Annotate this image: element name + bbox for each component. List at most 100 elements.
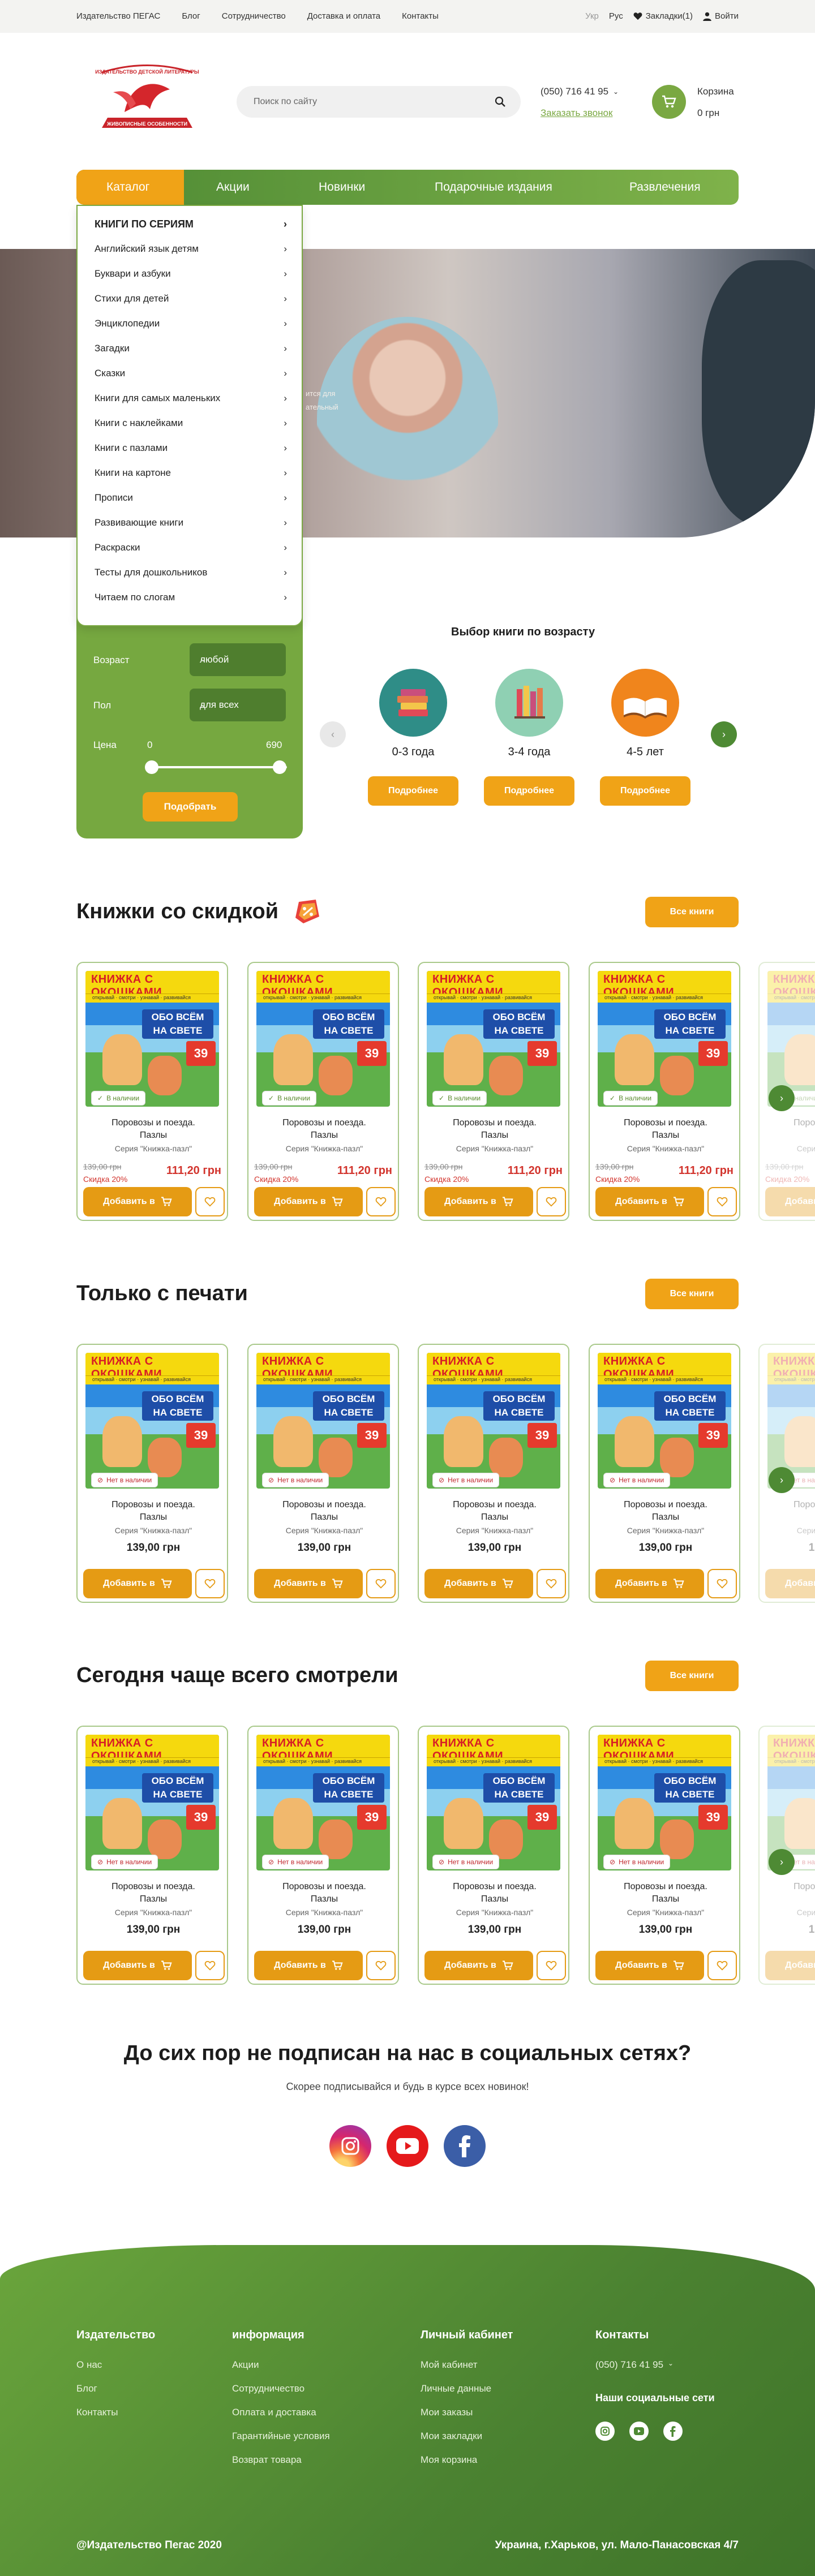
product-name[interactable]: Поровозы и поезда.Пазлы <box>424 1499 565 1524</box>
catalog-item[interactable]: Книги для самых маленьких › <box>95 393 287 404</box>
footer-link[interactable]: Оплата и доставка <box>232 2407 316 2418</box>
catalog-item[interactable]: Стихи для детей › <box>95 293 287 304</box>
product-card[interactable]: КНИЖКА С ОКОШКАМИоткрывай · смотри · узн… <box>76 962 228 1221</box>
book-cover-image[interactable]: КНИЖКА С ОКОШКАМИоткрывай · смотри · узн… <box>767 971 815 1107</box>
product-card[interactable]: КНИЖКА С ОКОШКАМИоткрывай · смотри · узн… <box>418 962 569 1221</box>
favorite-button[interactable] <box>195 1187 225 1216</box>
carousel-next-button[interactable]: › <box>769 1467 795 1493</box>
favorite-button[interactable] <box>707 1187 737 1216</box>
top-link-blog[interactable]: Блог <box>182 11 200 21</box>
filter-submit-button[interactable]: Подобрать <box>143 792 238 822</box>
all-books-button[interactable]: Все книги <box>645 1279 739 1309</box>
footer-link[interactable]: Мои заказы <box>421 2407 473 2418</box>
product-name[interactable]: Поровозы и поезда.Пазлы <box>424 1117 565 1142</box>
catalog-item[interactable]: Книги на картоне › <box>95 467 287 479</box>
book-cover-image[interactable]: КНИЖКА С ОКОШКАМИоткрывай · смотри · узн… <box>256 971 390 1107</box>
price-slider-track[interactable] <box>151 766 287 768</box>
add-to-cart-button[interactable]: Добавить в <box>83 1187 192 1216</box>
logo[interactable]: ИЗДАТЕЛЬСТВО ДЕТСКОЙ ЛИТЕРАТУРЫ ЖИВОПИСН… <box>91 61 204 140</box>
top-link-contacts[interactable]: Контакты <box>402 11 439 21</box>
book-cover-image[interactable]: КНИЖКА С ОКОШКАМИоткрывай · смотри · узн… <box>598 1353 731 1489</box>
catalog-item[interactable]: Буквари и азбуки › <box>95 268 287 279</box>
footer-link[interactable]: Моя корзина <box>421 2454 477 2466</box>
favorite-button[interactable] <box>537 1951 566 1980</box>
instagram-icon[interactable] <box>329 2125 371 2167</box>
nav-new[interactable]: Новинки <box>319 180 365 194</box>
add-to-cart-button[interactable]: Добавить в <box>424 1569 533 1598</box>
price-slider-max-handle[interactable] <box>273 760 286 774</box>
add-to-cart-button[interactable]: Добавить в <box>254 1569 363 1598</box>
youtube-icon[interactable] <box>387 2125 428 2167</box>
cart-button[interactable] <box>652 85 686 119</box>
bookmarks-link[interactable]: Закладки(1) <box>633 11 693 21</box>
catalog-item-series[interactable]: КНИГИ ПО СЕРИЯМ › <box>95 218 287 230</box>
footer-link[interactable]: Личные данные <box>421 2383 491 2394</box>
product-card[interactable]: КНИЖКА С ОКОШКАМИоткрывай · смотри · узн… <box>247 1726 399 1985</box>
header-phone[interactable]: (050) 716 41 95 ⌄ <box>541 86 619 97</box>
product-name[interactable]: Поровозы и поезда.Пазлы <box>83 1881 224 1906</box>
login-link[interactable]: Войти <box>703 11 739 21</box>
add-to-cart-button[interactable]: Добавить в <box>83 1569 192 1598</box>
catalog-item[interactable]: Книги с пазлами › <box>95 442 287 454</box>
product-card[interactable]: КНИЖКА С ОКОШКАМИоткрывай · смотри · узн… <box>247 962 399 1221</box>
favorite-button[interactable] <box>366 1569 396 1598</box>
filter-gender-select[interactable]: для всех ⌄ <box>190 689 286 721</box>
add-to-cart-button[interactable]: Добавить в <box>424 1951 533 1980</box>
top-link-publisher[interactable]: Издательство ПЕГАС <box>76 11 160 21</box>
nav-promotions[interactable]: Акции <box>216 180 250 194</box>
age-next-button[interactable]: › <box>711 721 737 747</box>
footer-link[interactable]: Мой кабинет <box>421 2359 478 2371</box>
facebook-icon[interactable] <box>663 2422 683 2441</box>
product-name[interactable]: Поровозы и поезда.Пазлы <box>765 1117 815 1142</box>
price-slider-min-handle[interactable] <box>145 760 158 774</box>
instagram-icon[interactable] <box>595 2422 615 2441</box>
book-cover-image[interactable]: КНИЖКА С ОКОШКАМИоткрывай · смотри · узн… <box>85 1735 219 1870</box>
add-to-cart-button[interactable]: Добавить в <box>595 1951 704 1980</box>
favorite-button[interactable] <box>366 1187 396 1216</box>
add-to-cart-button[interactable]: Добавить в <box>765 1187 815 1216</box>
catalog-item[interactable]: Развивающие книги › <box>95 517 287 528</box>
book-cover-image[interactable]: КНИЖКА С ОКОШКАМИоткрывай · смотри · узн… <box>85 1353 219 1489</box>
favorite-button[interactable] <box>195 1951 225 1980</box>
footer-link[interactable]: Блог <box>76 2383 97 2394</box>
add-to-cart-button[interactable]: Добавить в <box>595 1569 704 1598</box>
product-card[interactable]: КНИЖКА С ОКОШКАМИоткрывай · смотри · узн… <box>418 1344 569 1603</box>
footer-link[interactable]: Контакты <box>76 2407 118 2418</box>
nav-entertainment[interactable]: Развлечения <box>629 180 701 194</box>
product-card[interactable]: КНИЖКА С ОКОШКАМИоткрывай · смотри · узн… <box>247 1344 399 1603</box>
book-cover-image[interactable]: КНИЖКА С ОКОШКАМИоткрывай · смотри · узн… <box>427 1353 560 1489</box>
favorite-button[interactable] <box>707 1951 737 1980</box>
add-to-cart-button[interactable]: Добавить в <box>424 1187 533 1216</box>
top-link-cooperation[interactable]: Сотрудничество <box>222 11 286 21</box>
product-name[interactable]: Поровозы и поезда.Пазлы <box>83 1117 224 1142</box>
search-input[interactable]: Поиск по сайту <box>237 86 521 118</box>
filter-age-select[interactable]: любой ⌄ <box>190 643 286 676</box>
book-cover-image[interactable]: КНИЖКА С ОКОШКАМИоткрывай · смотри · узн… <box>256 1735 390 1870</box>
book-cover-image[interactable]: КНИЖКА С ОКОШКАМИоткрывай · смотри · узн… <box>427 1735 560 1870</box>
footer-link[interactable]: Возврат товара <box>232 2454 302 2466</box>
favorite-button[interactable] <box>707 1569 737 1598</box>
product-name[interactable]: Поровозы и поезда.Пазлы <box>424 1881 565 1906</box>
lang-rus[interactable]: Рус <box>609 11 623 21</box>
catalog-item[interactable]: Английский язык детям › <box>95 243 287 255</box>
footer-phone[interactable]: (050) 716 41 95 ⌄ <box>595 2359 674 2371</box>
product-name[interactable]: Поровозы и поезда.Пазлы <box>254 1117 394 1142</box>
footer-link[interactable]: Гарантийные условия <box>232 2431 330 2442</box>
catalog-item[interactable]: Сказки › <box>95 368 287 379</box>
add-to-cart-button[interactable]: Добавить в <box>254 1951 363 1980</box>
lang-ukr[interactable]: Укр <box>585 11 599 21</box>
carousel-next-button[interactable]: › <box>769 1085 795 1111</box>
age-details-button[interactable]: Подробнее <box>484 776 574 806</box>
product-name[interactable]: Поровозы и поезда.Пазлы <box>765 1881 815 1906</box>
footer-link[interactable]: Мои закладки <box>421 2431 482 2442</box>
footer-link[interactable]: Акции <box>232 2359 259 2371</box>
product-name[interactable]: Поровозы и поезда.Пазлы <box>595 1499 736 1524</box>
catalog-item[interactable]: Раскраски › <box>95 542 287 553</box>
add-to-cart-button[interactable]: Добавить в <box>595 1187 704 1216</box>
books-stack-icon[interactable] <box>379 669 447 737</box>
facebook-icon[interactable] <box>444 2125 486 2167</box>
favorite-button[interactable] <box>195 1569 225 1598</box>
catalog-item[interactable]: Энциклопедии › <box>95 318 287 329</box>
book-cover-image[interactable]: КНИЖКА С ОКОШКАМИоткрывай · смотри · узн… <box>767 1353 815 1489</box>
product-name[interactable]: Поровозы и поезда.Пазлы <box>254 1499 394 1524</box>
